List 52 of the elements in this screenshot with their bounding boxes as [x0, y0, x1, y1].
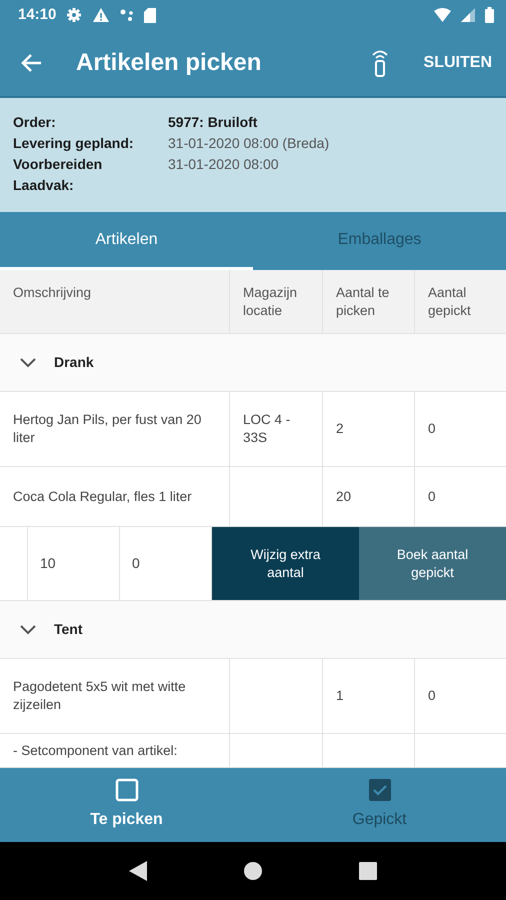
table-cell: 10 [28, 526, 120, 600]
group-label: Drank [54, 353, 94, 372]
circle-icon [244, 862, 262, 880]
column-header: Aantal gepickt [427, 284, 472, 320]
column-header: Magazijn locatie [230, 270, 323, 334]
action-button[interactable]: Wijzig extra aantal [212, 526, 359, 600]
dots-icon [120, 8, 134, 22]
triangle-icon [128, 860, 147, 881]
action-button[interactable]: Boek aantal gepickt [359, 526, 506, 600]
sd-card-icon [144, 8, 156, 22]
battery-icon [485, 7, 494, 23]
group-header[interactable]: Tent [0, 601, 506, 659]
warning-icon [92, 7, 110, 23]
info-value: 31-01-2020 08:00 (Breda) [168, 134, 330, 153]
info-label: Laadvak: [13, 176, 75, 195]
table-cell-text: 0 [427, 488, 437, 506]
checkbox-icon [368, 778, 392, 802]
table-cell: 20 [323, 467, 415, 526]
table-cell: 2 [323, 392, 415, 466]
table-cell: 1 [323, 658, 415, 734]
nav-tab[interactable]: Gepickt [253, 768, 506, 842]
signal-icon [461, 8, 475, 22]
info-label: Voorbereiden [13, 155, 104, 174]
back-arrow-icon [20, 52, 42, 73]
column-header: Aantal te picken [323, 270, 415, 334]
group-label: Tent [54, 620, 83, 640]
square-icon [359, 862, 378, 880]
screen-title: Artikelen picken [76, 48, 262, 78]
system-home-button[interactable] [244, 859, 262, 883]
close-button[interactable]: SLUITEN [420, 47, 496, 79]
info-value: 5977: Bruiloft [168, 113, 258, 132]
system-recents-button[interactable] [359, 859, 378, 883]
table-cell: - Setcomponent van artikel: [0, 734, 230, 767]
table-cell: Pagodetent 5x5 wit met witte zijzeilen [0, 658, 230, 734]
scanner-icon[interactable] [370, 48, 390, 78]
clock-text: 14:10 [18, 4, 56, 25]
wifi-icon [434, 8, 451, 22]
tab[interactable]: Emballages [253, 212, 506, 270]
info-label: Order: [13, 113, 57, 132]
info-value: 31-01-2020 08:00 [168, 155, 279, 174]
table-cell-text: 0 [427, 420, 437, 438]
system-back-button[interactable] [128, 859, 147, 883]
table-cell-text: 0 [427, 687, 437, 706]
info-label: Levering gepland: [13, 134, 135, 153]
table-cell: Coca Cola Regular, fles 1 liter [0, 467, 230, 526]
group-header[interactable]: Drank [0, 334, 506, 392]
column-header: Omschrijving [0, 270, 230, 334]
table-cell: LOC 4 - 33S [230, 392, 323, 466]
nav-tab[interactable]: Te picken [0, 768, 253, 842]
gear-icon [66, 7, 82, 23]
table-cell: Hertog Jan Pils, per fust van 20 liter [0, 392, 230, 466]
square-icon [114, 778, 138, 802]
